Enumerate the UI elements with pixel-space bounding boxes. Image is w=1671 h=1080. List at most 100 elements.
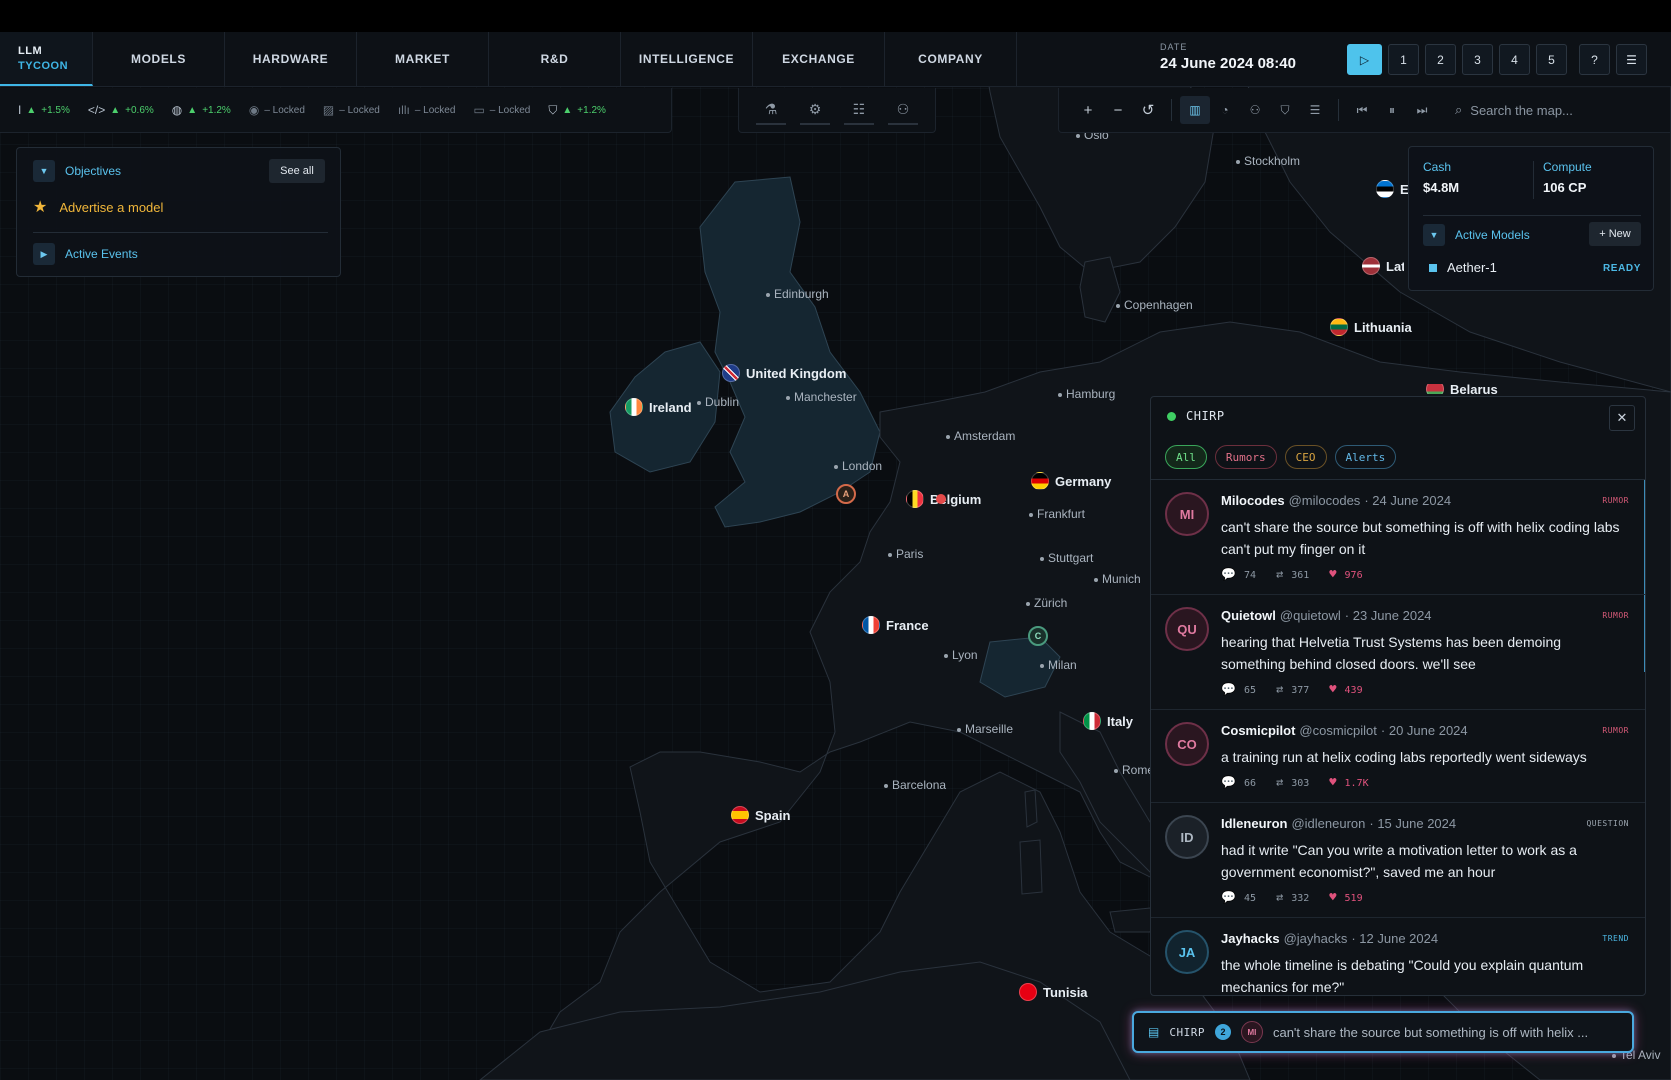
- people-icon[interactable]: ⚇: [888, 95, 918, 125]
- speed-4-button[interactable]: 4: [1499, 44, 1530, 75]
- author-handle[interactable]: @jayhacks: [1284, 931, 1348, 946]
- avatar[interactable]: JA: [1165, 930, 1209, 974]
- stat-vision[interactable]: ◉ – Locked: [249, 103, 305, 117]
- reply-count[interactable]: 💬 74: [1221, 567, 1256, 581]
- city-dublin[interactable]: Dublin: [697, 395, 739, 409]
- stat-image[interactable]: ▨ – Locked: [323, 103, 380, 117]
- filter-ceo[interactable]: CEO: [1284, 445, 1327, 469]
- shield-layer-icon[interactable]: ⛉: [1270, 96, 1300, 124]
- author-name[interactable]: Cosmicpilot: [1221, 723, 1295, 738]
- avatar[interactable]: CO: [1165, 722, 1209, 766]
- zoom-in-icon[interactable]: +: [1073, 96, 1103, 124]
- city-lyon[interactable]: Lyon: [944, 648, 978, 662]
- tab-hardware[interactable]: HARDWARE: [225, 32, 357, 86]
- zoom-out-icon[interactable]: −: [1103, 96, 1133, 124]
- author-handle[interactable]: @cosmicpilot: [1299, 723, 1377, 738]
- tab-rnd[interactable]: R&D: [489, 32, 621, 86]
- country-lithuania[interactable]: Lithuania: [1330, 318, 1412, 336]
- skip-forward-icon[interactable]: ⏭: [1407, 96, 1437, 124]
- author-name[interactable]: Milocodes: [1221, 493, 1285, 508]
- chirp-post[interactable]: JA Jayhacks @jayhacks · 12 June 2024 TREND…: [1151, 918, 1645, 995]
- tab-exchange[interactable]: EXCHANGE: [753, 32, 885, 86]
- author-name[interactable]: Jayhacks: [1221, 931, 1280, 946]
- menu-button[interactable]: ☰: [1616, 44, 1647, 75]
- author-handle[interactable]: @idleneuron: [1291, 816, 1365, 831]
- sliders-icon[interactable]: ☷: [844, 95, 874, 125]
- speed-3-button[interactable]: 3: [1462, 44, 1493, 75]
- author-name[interactable]: Quietowl: [1221, 608, 1276, 623]
- avatar[interactable]: ID: [1165, 815, 1209, 859]
- city-manchester[interactable]: Manchester: [786, 390, 857, 404]
- close-button[interactable]: ✕: [1609, 405, 1635, 431]
- people-layer-icon[interactable]: ⚇: [1240, 96, 1270, 124]
- city-london[interactable]: London: [834, 459, 882, 473]
- city-edinburgh[interactable]: Edinburgh: [766, 287, 829, 301]
- repost-count[interactable]: ⇄ 303: [1276, 775, 1309, 789]
- skip-back-icon[interactable]: ⏮: [1347, 96, 1377, 124]
- speed-5-button[interactable]: 5: [1536, 44, 1567, 75]
- tab-market[interactable]: MARKET: [357, 32, 489, 86]
- server-layer-icon[interactable]: ☰: [1300, 96, 1330, 124]
- country-ireland[interactable]: Ireland: [625, 398, 692, 416]
- chirp-post[interactable]: QU Quietowl @quietowl · 23 June 2024 RUMOR…: [1151, 595, 1645, 710]
- chip-icon[interactable]: ⚙: [800, 95, 830, 125]
- repost-count[interactable]: ⇄ 361: [1276, 567, 1309, 581]
- country-belarus[interactable]: Belarus: [1426, 384, 1498, 394]
- author-handle[interactable]: @milocodes: [1289, 493, 1361, 508]
- speed-1-button[interactable]: 1: [1388, 44, 1419, 75]
- app-logo[interactable]: LLM TYCOON: [0, 32, 93, 86]
- filter-all[interactable]: All: [1165, 445, 1207, 469]
- reply-count[interactable]: 💬 66: [1221, 775, 1256, 789]
- map-marker-c[interactable]: C: [1028, 626, 1048, 646]
- active-events-toggle[interactable]: ▶ Active Events: [33, 243, 138, 265]
- play-button[interactable]: ▷: [1347, 44, 1382, 75]
- stat-text[interactable]: I ▲ +1.5%: [18, 103, 70, 117]
- objectives-header[interactable]: ▼ Objectives: [33, 160, 121, 182]
- city-marseille[interactable]: Marseille: [957, 722, 1013, 736]
- repost-count[interactable]: ⇄ 377: [1276, 682, 1309, 696]
- author-handle[interactable]: @quietowl: [1280, 608, 1341, 623]
- city-munich[interactable]: Munich: [1094, 572, 1141, 586]
- reply-count[interactable]: 💬 65: [1221, 682, 1256, 696]
- speed-2-button[interactable]: 2: [1425, 44, 1456, 75]
- city-amsterdam[interactable]: Amsterdam: [946, 429, 1015, 443]
- pie-layer-icon[interactable]: ◔: [1210, 96, 1240, 124]
- objective-item[interactable]: ★ Advertise a model: [33, 197, 163, 217]
- city-milan[interactable]: Milan: [1040, 658, 1077, 672]
- chevron-right-icon[interactable]: ▶: [33, 243, 55, 265]
- country-latvia[interactable]: Latvia: [1362, 257, 1404, 275]
- tab-company[interactable]: COMPANY: [885, 32, 1017, 86]
- stat-multilingual[interactable]: ◍ ▲ +1.2%: [172, 103, 231, 117]
- country-italy[interactable]: Italy: [1083, 712, 1133, 730]
- map-event-dot[interactable]: [936, 494, 946, 504]
- help-button[interactable]: ?: [1579, 44, 1610, 75]
- country-spain[interactable]: Spain: [731, 806, 790, 824]
- map-marker-a[interactable]: A: [836, 484, 856, 504]
- chirp-ticker-bar[interactable]: ▤ CHIRP 2 MI can't share the source but …: [1132, 1011, 1634, 1053]
- city-paris[interactable]: Paris: [888, 547, 923, 561]
- city-frankfurt[interactable]: Frankfurt: [1029, 507, 1085, 521]
- model-row[interactable]: Aether-1: [1429, 260, 1497, 275]
- chirp-post[interactable]: CO Cosmicpilot @cosmicpilot · 20 June 2024…: [1151, 710, 1645, 803]
- tab-models[interactable]: MODELS: [93, 32, 225, 86]
- like-count[interactable]: ♥ 439: [1329, 682, 1362, 696]
- country-united-kingdom[interactable]: United Kingdom: [722, 364, 846, 382]
- avatar[interactable]: MI: [1165, 492, 1209, 536]
- see-all-button[interactable]: See all: [269, 159, 325, 183]
- city-stockholm[interactable]: Stockholm: [1236, 154, 1300, 168]
- country-estonia[interactable]: Estonia: [1376, 180, 1410, 198]
- map-layer-icon[interactable]: ▥: [1180, 96, 1210, 124]
- stat-audio[interactable]: ıllı – Locked: [398, 103, 456, 117]
- country-tunisia[interactable]: Tunisia: [1019, 983, 1088, 1001]
- pause-icon[interactable]: ⏸: [1377, 96, 1407, 124]
- flask-icon[interactable]: ⚗: [756, 95, 786, 125]
- stat-safety[interactable]: ⛉ ▲ +1.2%: [548, 103, 606, 118]
- country-france[interactable]: France: [862, 616, 929, 634]
- chirp-post[interactable]: MI Milocodes @milocodes · 24 June 2024 RUM…: [1151, 480, 1645, 595]
- chirp-post[interactable]: ID Idleneuron @idleneuron · 15 June 2024 Q…: [1151, 803, 1645, 918]
- map-search[interactable]: ⌕ Search the map...: [1455, 102, 1573, 118]
- reply-count[interactable]: 💬 45: [1221, 890, 1256, 904]
- chevron-down-icon[interactable]: ▼: [1423, 224, 1445, 246]
- city-copenhagen[interactable]: Copenhagen: [1116, 298, 1193, 312]
- author-name[interactable]: Idleneuron: [1221, 816, 1287, 831]
